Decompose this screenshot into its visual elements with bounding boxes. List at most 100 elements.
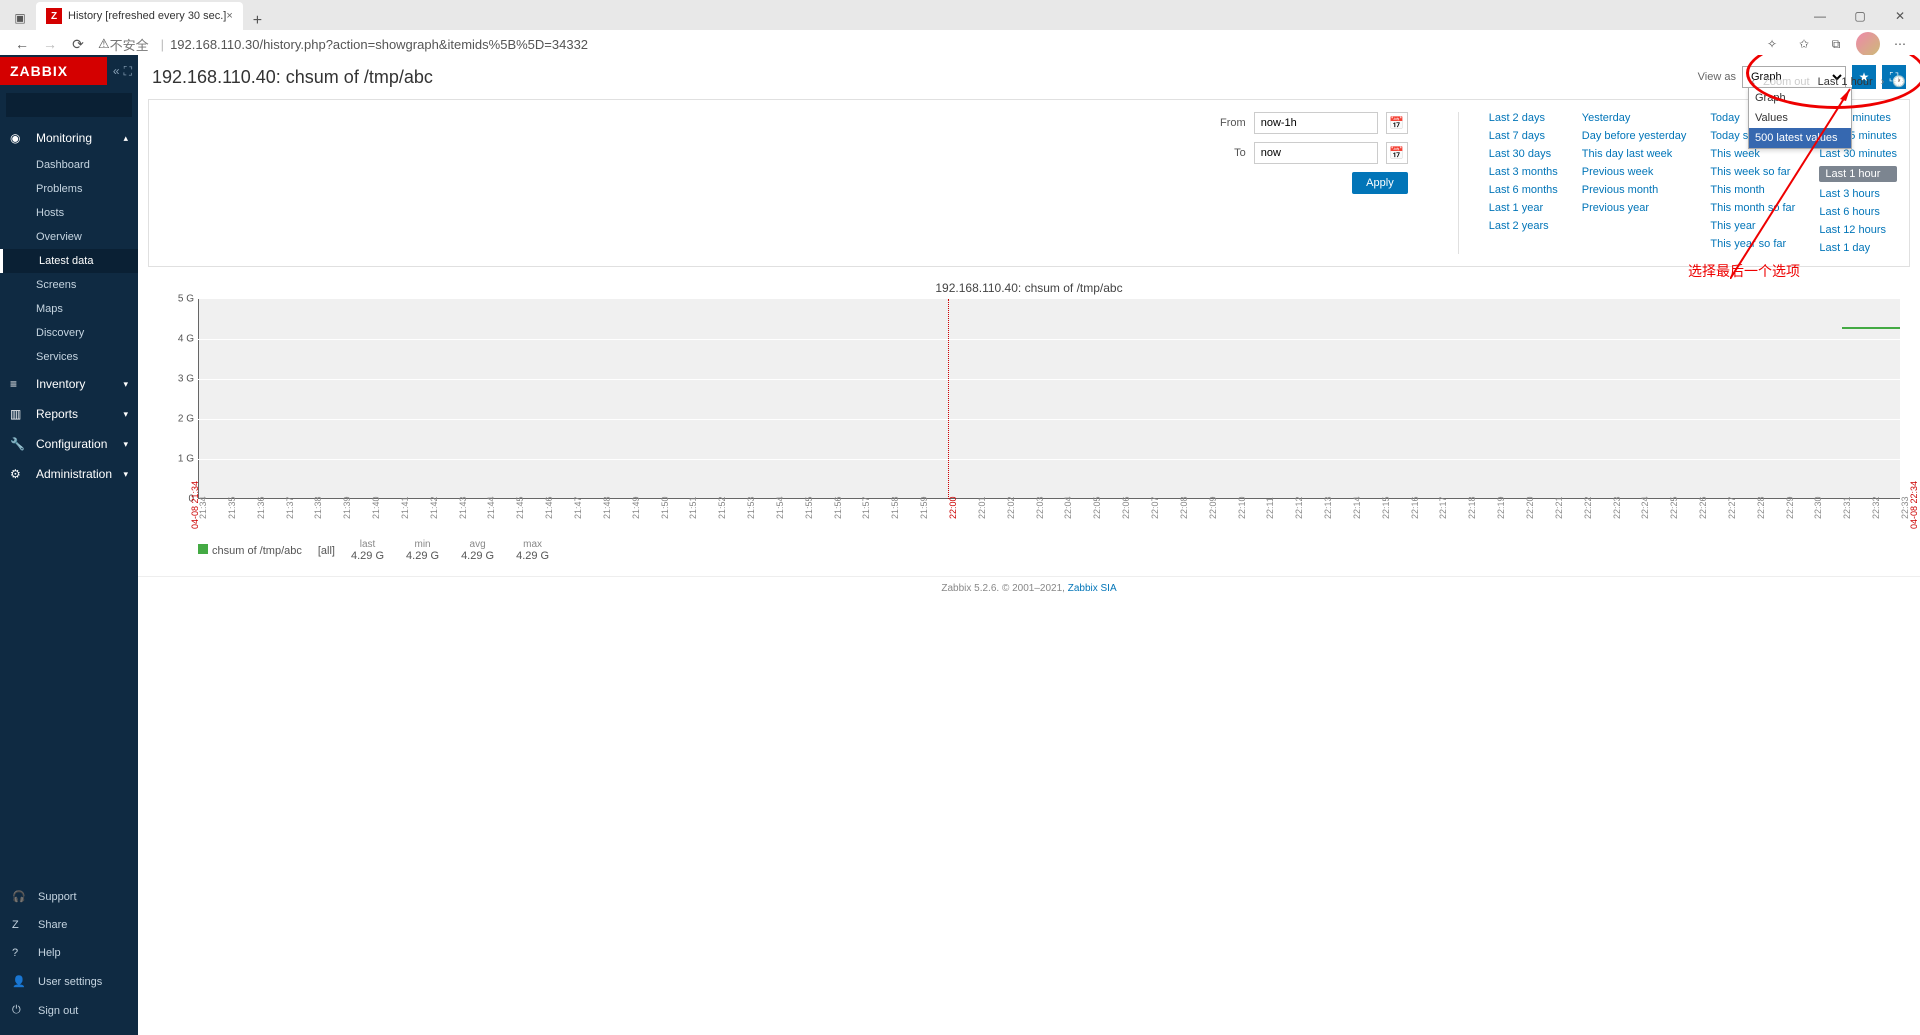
logo[interactable]: ZABBIX [0,57,107,85]
quick-yesterday[interactable]: Yesterday [1582,112,1687,124]
sidebar-item-latest-data[interactable]: Latest data [0,249,138,273]
chart-legend: chsum of /tmp/abc [all] last4.29 G min4.… [198,539,1910,562]
quick-last-1-hour[interactable]: Last 1 hour [1819,166,1897,182]
dropdown-option-500-latest[interactable]: 500 latest values [1749,128,1851,148]
to-label: To [1212,147,1246,159]
favorites-icon[interactable]: ✩ [1792,32,1816,56]
signout-icon: ⏻ [12,1004,30,1017]
maximize-icon[interactable]: ▢ [1840,2,1880,30]
zoom-out-link[interactable]: Zoom out [1763,76,1809,88]
sidebar-item-screens[interactable]: Screens [0,273,138,297]
user-icon: 👤 [12,975,30,988]
quick-previous-week[interactable]: Previous week [1582,166,1687,178]
legend-swatch [198,544,208,554]
address-bar: ← → ⟳ ⚠ 不安全 | 192.168.110.30/history.php… [0,30,1920,58]
sidebar-item-maps[interactable]: Maps [0,297,138,321]
sidebar-item-dashboard[interactable]: Dashboard [0,153,138,177]
quick-last-3-hours[interactable]: Last 3 hours [1819,188,1897,200]
help-icon: ? [12,947,30,959]
quick-this-week[interactable]: This week [1710,148,1795,160]
chevron-down-icon: ▾ [123,439,128,450]
search-box[interactable]: 🔍 [6,93,132,117]
dropdown-option-values[interactable]: Values [1749,108,1851,128]
wrench-icon: 🔧 [10,437,28,451]
expand-icon[interactable]: ⛶ [124,64,132,79]
chevron-left-icon[interactable]: ‹ [1751,76,1755,88]
app-icon: ▣ [8,6,32,30]
sidebar-item-problems[interactable]: Problems [0,177,138,201]
browser-tab[interactable]: Z History [refreshed every 30 sec.] × [36,2,243,30]
new-tab-button[interactable]: + [243,12,272,30]
star-outline-icon[interactable]: ✧ [1760,32,1784,56]
sidebar-item-services[interactable]: Services [0,345,138,369]
close-icon[interactable]: × [226,10,232,22]
menu-administration[interactable]: ⚙ Administration ▾ [0,459,138,489]
footer-link[interactable]: Zabbix SIA [1068,583,1117,594]
list-icon: ≡ [10,377,28,391]
quick-last-3-months[interactable]: Last 3 months [1489,166,1558,178]
collapse-icon[interactable]: « [113,64,120,79]
quick-previous-month[interactable]: Previous month [1582,184,1687,196]
support-link[interactable]: 🎧Support [0,882,138,911]
quick-last-1-year[interactable]: Last 1 year [1489,202,1558,214]
quick-last-30-days[interactable]: Last 30 days [1489,148,1558,160]
quick-last-12-hours[interactable]: Last 12 hours [1819,224,1897,236]
chevron-right-icon[interactable]: › [1881,76,1885,88]
footer: Zabbix 5.2.6. © 2001–2021, Zabbix SIA [138,576,1920,600]
sidebar-item-hosts[interactable]: Hosts [0,201,138,225]
share-link[interactable]: ZShare [0,911,138,939]
url-text: 192.168.110.30/history.php?action=showgr… [170,37,588,52]
from-input[interactable] [1254,112,1378,134]
chart-x-axis: 04-08 21:3421:3421:3521:3621:3721:3821:3… [198,499,1900,539]
support-icon: 🎧 [12,890,30,903]
quick-last-6-hours[interactable]: Last 6 hours [1819,206,1897,218]
calendar-icon[interactable]: 📅 [1386,142,1408,164]
apply-button[interactable]: Apply [1352,172,1408,194]
minimize-icon[interactable]: — [1800,2,1840,30]
more-icon[interactable]: ⋯ [1888,32,1912,56]
quick-last-6-months[interactable]: Last 6 months [1489,184,1558,196]
sidebar-item-overview[interactable]: Overview [0,225,138,249]
to-input[interactable] [1254,142,1378,164]
tab-title: History [refreshed every 30 sec.] [68,10,226,22]
collections-icon[interactable]: ⧉ [1824,32,1848,56]
clock-icon[interactable]: 🕐 [1892,75,1906,88]
quick-last-2-days[interactable]: Last 2 days [1489,112,1558,124]
signout-link[interactable]: ⏻Sign out [0,996,138,1025]
view-as-dropdown: Graph Values 500 latest values [1748,87,1852,149]
sidebar-item-discovery[interactable]: Discovery [0,321,138,345]
quick-this-year-so-far[interactable]: This year so far [1710,238,1795,250]
quick-this-month-so-far[interactable]: This month so far [1710,202,1795,214]
browser-chrome: ▣ Z History [refreshed every 30 sec.] × … [0,0,1920,55]
avatar[interactable] [1856,32,1880,56]
from-label: From [1212,117,1246,129]
quick-this-year[interactable]: This year [1710,220,1795,232]
page-title: 192.168.110.40: chsum of /tmp/abc [152,67,433,88]
tab-bar: ▣ Z History [refreshed every 30 sec.] × … [0,0,1920,30]
menu-reports[interactable]: ▥ Reports ▾ [0,399,138,429]
menu-configuration[interactable]: 🔧 Configuration ▾ [0,429,138,459]
quick-previous-year[interactable]: Previous year [1582,202,1687,214]
reload-button[interactable]: ⟳ [64,30,92,58]
url-input[interactable]: ⚠ 不安全 | 192.168.110.30/history.php?actio… [92,35,1760,54]
back-button[interactable]: ← [8,30,36,58]
menu-monitoring[interactable]: ◉ Monitoring ▴ [0,123,138,153]
quick-last-2-years[interactable]: Last 2 years [1489,220,1558,232]
view-as-label: View as [1698,71,1736,83]
dropdown-option-graph[interactable]: Graph [1749,88,1851,108]
quick-this-day-last-week[interactable]: This day last week [1582,148,1687,160]
quick-last-30-minutes[interactable]: Last 30 minutes [1819,148,1897,160]
menu-inventory[interactable]: ≡ Inventory ▾ [0,369,138,399]
user-settings-link[interactable]: 👤User settings [0,967,138,996]
calendar-icon[interactable]: 📅 [1386,112,1408,134]
quick-day-before-yesterday[interactable]: Day before yesterday [1582,130,1687,142]
help-link[interactable]: ?Help [0,939,138,967]
tab-favicon: Z [46,8,62,24]
quick-last-1-day[interactable]: Last 1 day [1819,242,1897,254]
chart-plot-area[interactable]: 01 G2 G3 G4 G5 G [198,299,1900,499]
quick-this-month[interactable]: This month [1710,184,1795,196]
chart-title: 192.168.110.40: chsum of /tmp/abc [148,281,1910,295]
close-window-icon[interactable]: ✕ [1880,2,1920,30]
quick-last-7-days[interactable]: Last 7 days [1489,130,1558,142]
quick-this-week-so-far[interactable]: This week so far [1710,166,1795,178]
